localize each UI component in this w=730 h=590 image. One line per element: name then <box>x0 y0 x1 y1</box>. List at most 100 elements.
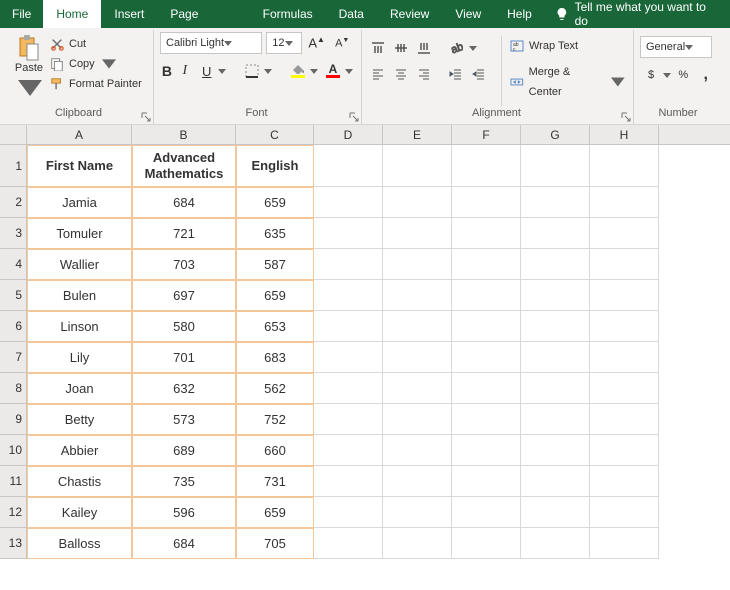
increase-indent-button[interactable] <box>469 64 489 84</box>
cell-G9[interactable] <box>521 404 590 435</box>
cell-E6[interactable] <box>383 311 452 342</box>
cell-D2[interactable] <box>314 187 383 218</box>
cell-F8[interactable] <box>452 373 521 404</box>
cell-C7[interactable]: 683 <box>236 342 314 373</box>
cell-E10[interactable] <box>383 435 452 466</box>
cell-D5[interactable] <box>314 280 383 311</box>
cell-B1[interactable]: Advanced Mathematics <box>132 145 236 187</box>
cell-G6[interactable] <box>521 311 590 342</box>
cell-B12[interactable]: 596 <box>132 497 236 528</box>
cell-D9[interactable] <box>314 404 383 435</box>
font-size-combo[interactable]: 12 <box>266 32 302 54</box>
cell-E12[interactable] <box>383 497 452 528</box>
cell-F6[interactable] <box>452 311 521 342</box>
cell-D7[interactable] <box>314 342 383 373</box>
align-left-button[interactable] <box>368 64 388 84</box>
cell-D6[interactable] <box>314 311 383 342</box>
cell-C10[interactable]: 660 <box>236 435 314 466</box>
cell-A6[interactable]: Linson <box>27 311 132 342</box>
cell-B8[interactable]: 632 <box>132 373 236 404</box>
col-header-D[interactable]: D <box>314 125 383 144</box>
cell-F2[interactable] <box>452 187 521 218</box>
number-format-combo[interactable]: General <box>640 36 712 58</box>
row-header-6[interactable]: 6 <box>0 311 27 342</box>
tab-review[interactable]: Review <box>377 0 442 28</box>
align-right-button[interactable] <box>414 64 434 84</box>
cell-C6[interactable]: 653 <box>236 311 314 342</box>
cell-A2[interactable]: Jamia <box>27 187 132 218</box>
increase-font-button[interactable]: A▲ <box>306 32 328 54</box>
cell-D3[interactable] <box>314 218 383 249</box>
cell-G2[interactable] <box>521 187 590 218</box>
cell-F11[interactable] <box>452 466 521 497</box>
cut-button[interactable]: Cut <box>50 36 142 52</box>
cell-H1[interactable] <box>590 145 659 187</box>
format-painter-button[interactable]: Format Painter <box>50 76 142 92</box>
cell-B3[interactable]: 721 <box>132 218 236 249</box>
cell-A3[interactable]: Tomuler <box>27 218 132 249</box>
cell-G10[interactable] <box>521 435 590 466</box>
cell-C8[interactable]: 562 <box>236 373 314 404</box>
align-middle-button[interactable] <box>391 38 411 58</box>
cell-F4[interactable] <box>452 249 521 280</box>
cell-D11[interactable] <box>314 466 383 497</box>
cell-C1[interactable]: English <box>236 145 314 187</box>
tab-home[interactable]: Home <box>43 0 101 28</box>
tab-page-layout[interactable]: Page Layout <box>157 0 249 28</box>
alignment-dialog-launcher[interactable] <box>621 112 631 122</box>
col-header-C[interactable]: C <box>236 125 314 144</box>
cell-G3[interactable] <box>521 218 590 249</box>
col-header-A[interactable]: A <box>27 125 132 144</box>
orientation-button[interactable]: ab <box>446 38 466 58</box>
cell-C4[interactable]: 587 <box>236 249 314 280</box>
cell-B6[interactable]: 580 <box>132 311 236 342</box>
cell-C9[interactable]: 752 <box>236 404 314 435</box>
cell-G7[interactable] <box>521 342 590 373</box>
row-header-5[interactable]: 5 <box>0 280 27 311</box>
cell-F3[interactable] <box>452 218 521 249</box>
row-header-10[interactable]: 10 <box>0 435 27 466</box>
select-all-corner[interactable] <box>0 125 27 144</box>
cell-G12[interactable] <box>521 497 590 528</box>
cell-A8[interactable]: Joan <box>27 373 132 404</box>
cell-grid[interactable]: First NameJamiaTomulerWallierBulenLinson… <box>27 145 659 559</box>
paste-button[interactable]: Paste <box>12 32 46 106</box>
cell-A5[interactable]: Bulen <box>27 280 132 311</box>
decrease-font-button[interactable]: A▼ <box>331 32 353 54</box>
cell-H11[interactable] <box>590 466 659 497</box>
tab-insert[interactable]: Insert <box>101 0 157 28</box>
col-header-H[interactable]: H <box>590 125 659 144</box>
font-dialog-launcher[interactable] <box>349 112 359 122</box>
merge-center-button[interactable]: Merge & Center <box>510 62 625 102</box>
row-header-4[interactable]: 4 <box>0 249 27 280</box>
cell-B5[interactable]: 697 <box>132 280 236 311</box>
cell-F7[interactable] <box>452 342 521 373</box>
row-header-3[interactable]: 3 <box>0 218 27 249</box>
comma-button[interactable]: , <box>696 64 717 86</box>
cell-H10[interactable] <box>590 435 659 466</box>
cell-E8[interactable] <box>383 373 452 404</box>
cell-C5[interactable]: 659 <box>236 280 314 311</box>
cell-H3[interactable] <box>590 218 659 249</box>
cell-F12[interactable] <box>452 497 521 528</box>
cell-H2[interactable] <box>590 187 659 218</box>
col-header-G[interactable]: G <box>521 125 590 144</box>
cell-G5[interactable] <box>521 280 590 311</box>
wrap-text-button[interactable]: abc Wrap Text <box>510 36 625 56</box>
tab-data[interactable]: Data <box>326 0 377 28</box>
underline-button[interactable]: U <box>196 60 227 82</box>
row-header-2[interactable]: 2 <box>0 187 27 218</box>
row-header-12[interactable]: 12 <box>0 497 27 528</box>
tell-me-search[interactable]: Tell me what you want to do <box>545 0 730 28</box>
accounting-format-button[interactable]: $ <box>640 64 671 86</box>
align-top-button[interactable] <box>368 38 388 58</box>
cell-E13[interactable] <box>383 528 452 559</box>
cell-H13[interactable] <box>590 528 659 559</box>
row-header-13[interactable]: 13 <box>0 528 27 559</box>
cell-A12[interactable]: Kailey <box>27 497 132 528</box>
cell-D12[interactable] <box>314 497 383 528</box>
cell-E3[interactable] <box>383 218 452 249</box>
cell-B11[interactable]: 735 <box>132 466 236 497</box>
cell-C13[interactable]: 705 <box>236 528 314 559</box>
cell-B4[interactable]: 703 <box>132 249 236 280</box>
